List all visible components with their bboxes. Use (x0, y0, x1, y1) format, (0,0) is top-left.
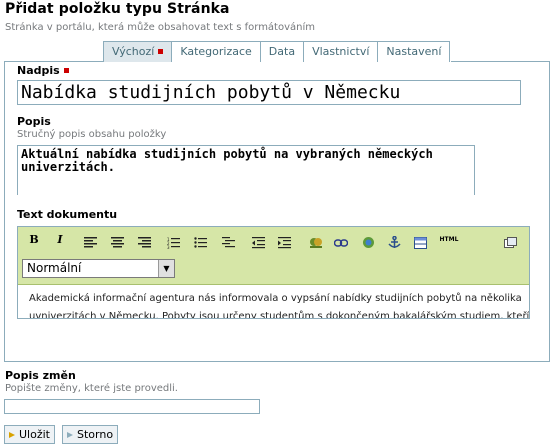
format-select-value: Normální (27, 261, 82, 275)
tab-default[interactable]: Výchozí (104, 42, 173, 62)
text-label: Text dokumentu (17, 208, 118, 221)
numbered-list-icon[interactable]: 123 (167, 234, 180, 250)
outdent-icon[interactable] (252, 234, 265, 249)
description-value: Aktuální nabídka studijních pobytů na vy… (21, 147, 433, 174)
rich-text-editor: B I 123 HTML Normální ▼ Akademická infor… (17, 226, 530, 319)
chevron-down-icon[interactable]: ▼ (158, 260, 174, 277)
save-button[interactable]: Uložit (4, 425, 55, 444)
changes-input[interactable] (4, 399, 260, 414)
title-label: Nadpis (17, 64, 69, 77)
description-textarea[interactable]: Aktuální nabídka studijních pobytů na vy… (17, 145, 475, 195)
tab-settings[interactable]: Nastavení (378, 42, 449, 62)
align-left-icon[interactable] (84, 234, 97, 248)
tab-bar: Výchozí Kategorizace Data Vlastnictví Na… (103, 41, 451, 62)
description-label: Popis (17, 115, 51, 128)
changes-help: Popište změny, které jste provedli. (5, 383, 178, 394)
link-icon[interactable] (333, 234, 349, 247)
save-button-label: Uložit (19, 428, 50, 441)
tab-default-label: Výchozí (112, 45, 155, 58)
anchor-icon[interactable] (388, 234, 401, 248)
align-right-icon[interactable] (138, 234, 151, 248)
editor-content-area[interactable]: Akademická informační agentura nás infor… (18, 285, 529, 318)
required-marker-icon (63, 67, 69, 73)
changes-label: Popis změn (5, 369, 76, 382)
title-label-text: Nadpis (17, 64, 60, 77)
external-link-icon[interactable] (362, 234, 375, 248)
title-input[interactable]: Nabídka studijních pobytů v Německu (17, 80, 521, 105)
fullscreen-icon[interactable] (504, 234, 517, 248)
description-textarea-edge (474, 145, 475, 195)
editor-toolbar: B I 123 HTML Normální ▼ (18, 227, 529, 285)
svg-text:3: 3 (167, 245, 170, 249)
cancel-button-label: Storno (77, 428, 114, 441)
arrow-right-icon (67, 432, 73, 438)
indent-icon[interactable] (278, 234, 291, 249)
page-title: Přidat položku typu Stránka (5, 1, 230, 17)
tab-dates[interactable]: Data (261, 42, 305, 62)
html-source-icon[interactable]: HTML (438, 232, 460, 248)
description-help: Stručný popis obsahu položky (17, 129, 167, 140)
arrow-right-icon (9, 432, 15, 438)
required-marker-icon (158, 48, 164, 54)
editor-text-line: Akademická informační agentura nás infor… (29, 293, 522, 304)
bullet-list-icon[interactable] (194, 234, 207, 248)
definition-list-icon[interactable] (222, 234, 235, 248)
align-center-icon[interactable] (111, 234, 124, 248)
image-icon[interactable] (309, 234, 322, 248)
cancel-button[interactable]: Storno (62, 425, 119, 444)
tab-categorization[interactable]: Kategorizace (172, 42, 261, 62)
page-description: Stránka v portálu, která může obsahovat … (5, 22, 315, 33)
bold-icon[interactable]: B (26, 232, 42, 248)
editor-text-line: uvniverzitách v Německu. Pobyty jsou urč… (29, 311, 529, 318)
format-select[interactable]: Normální ▼ (22, 259, 175, 278)
table-icon[interactable] (414, 234, 427, 249)
tab-ownership[interactable]: Vlastnictví (304, 42, 379, 62)
italic-icon[interactable]: I (52, 232, 68, 248)
